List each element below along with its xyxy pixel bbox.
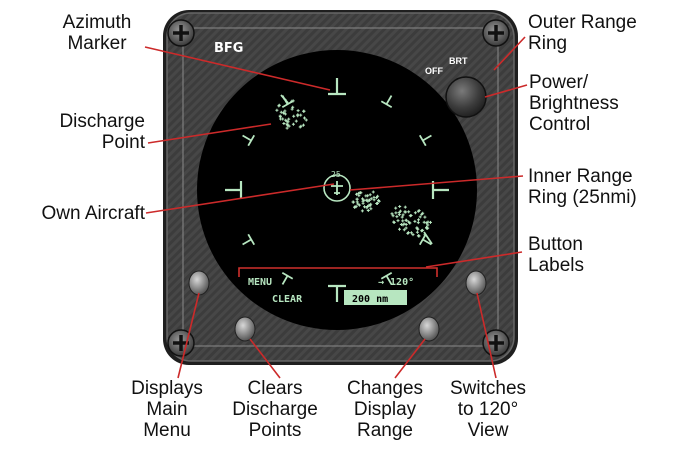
range-button[interactable]	[418, 316, 440, 342]
power-brightness-knob[interactable]	[445, 76, 487, 118]
screw-top-left	[167, 19, 195, 47]
clear-discharge-button[interactable]	[234, 316, 256, 342]
view-label: → 120°	[378, 277, 414, 288]
view-120-button[interactable]	[465, 270, 487, 296]
callout-clears-discharge-points: Clears Discharge Points	[232, 378, 318, 441]
range-label: 200 nm	[352, 294, 388, 305]
callout-button-labels: Button Labels	[528, 234, 584, 276]
callout-displays-main-menu: Displays Main Menu	[131, 378, 203, 441]
inner-range-ring-label: 25	[331, 170, 341, 179]
main-menu-button[interactable]	[188, 270, 210, 296]
callout-changes-display-range: Changes Display Range	[346, 378, 424, 441]
callout-inner-range-ring: Inner Range Ring (25nmi)	[528, 166, 637, 208]
callout-outer-range-ring: Outer Range Ring	[528, 12, 637, 54]
off-label: OFF	[425, 66, 443, 76]
menu-label: MENU	[248, 277, 272, 288]
brand-logo: BFG	[214, 41, 243, 56]
brt-label: BRT	[449, 56, 468, 66]
callout-discharge-point: Discharge Point	[59, 111, 145, 153]
screw-top-right	[482, 19, 510, 47]
clear-label: CLEAR	[272, 294, 303, 305]
screw-bottom-left	[167, 329, 195, 357]
callout-azimuth-marker: Azimuth Marker	[62, 12, 132, 54]
callout-switches-view: Switches to 120° View	[449, 378, 527, 441]
callout-power-brightness: Power/ Brightness Control	[529, 72, 619, 135]
callout-own-aircraft: Own Aircraft	[41, 203, 145, 224]
